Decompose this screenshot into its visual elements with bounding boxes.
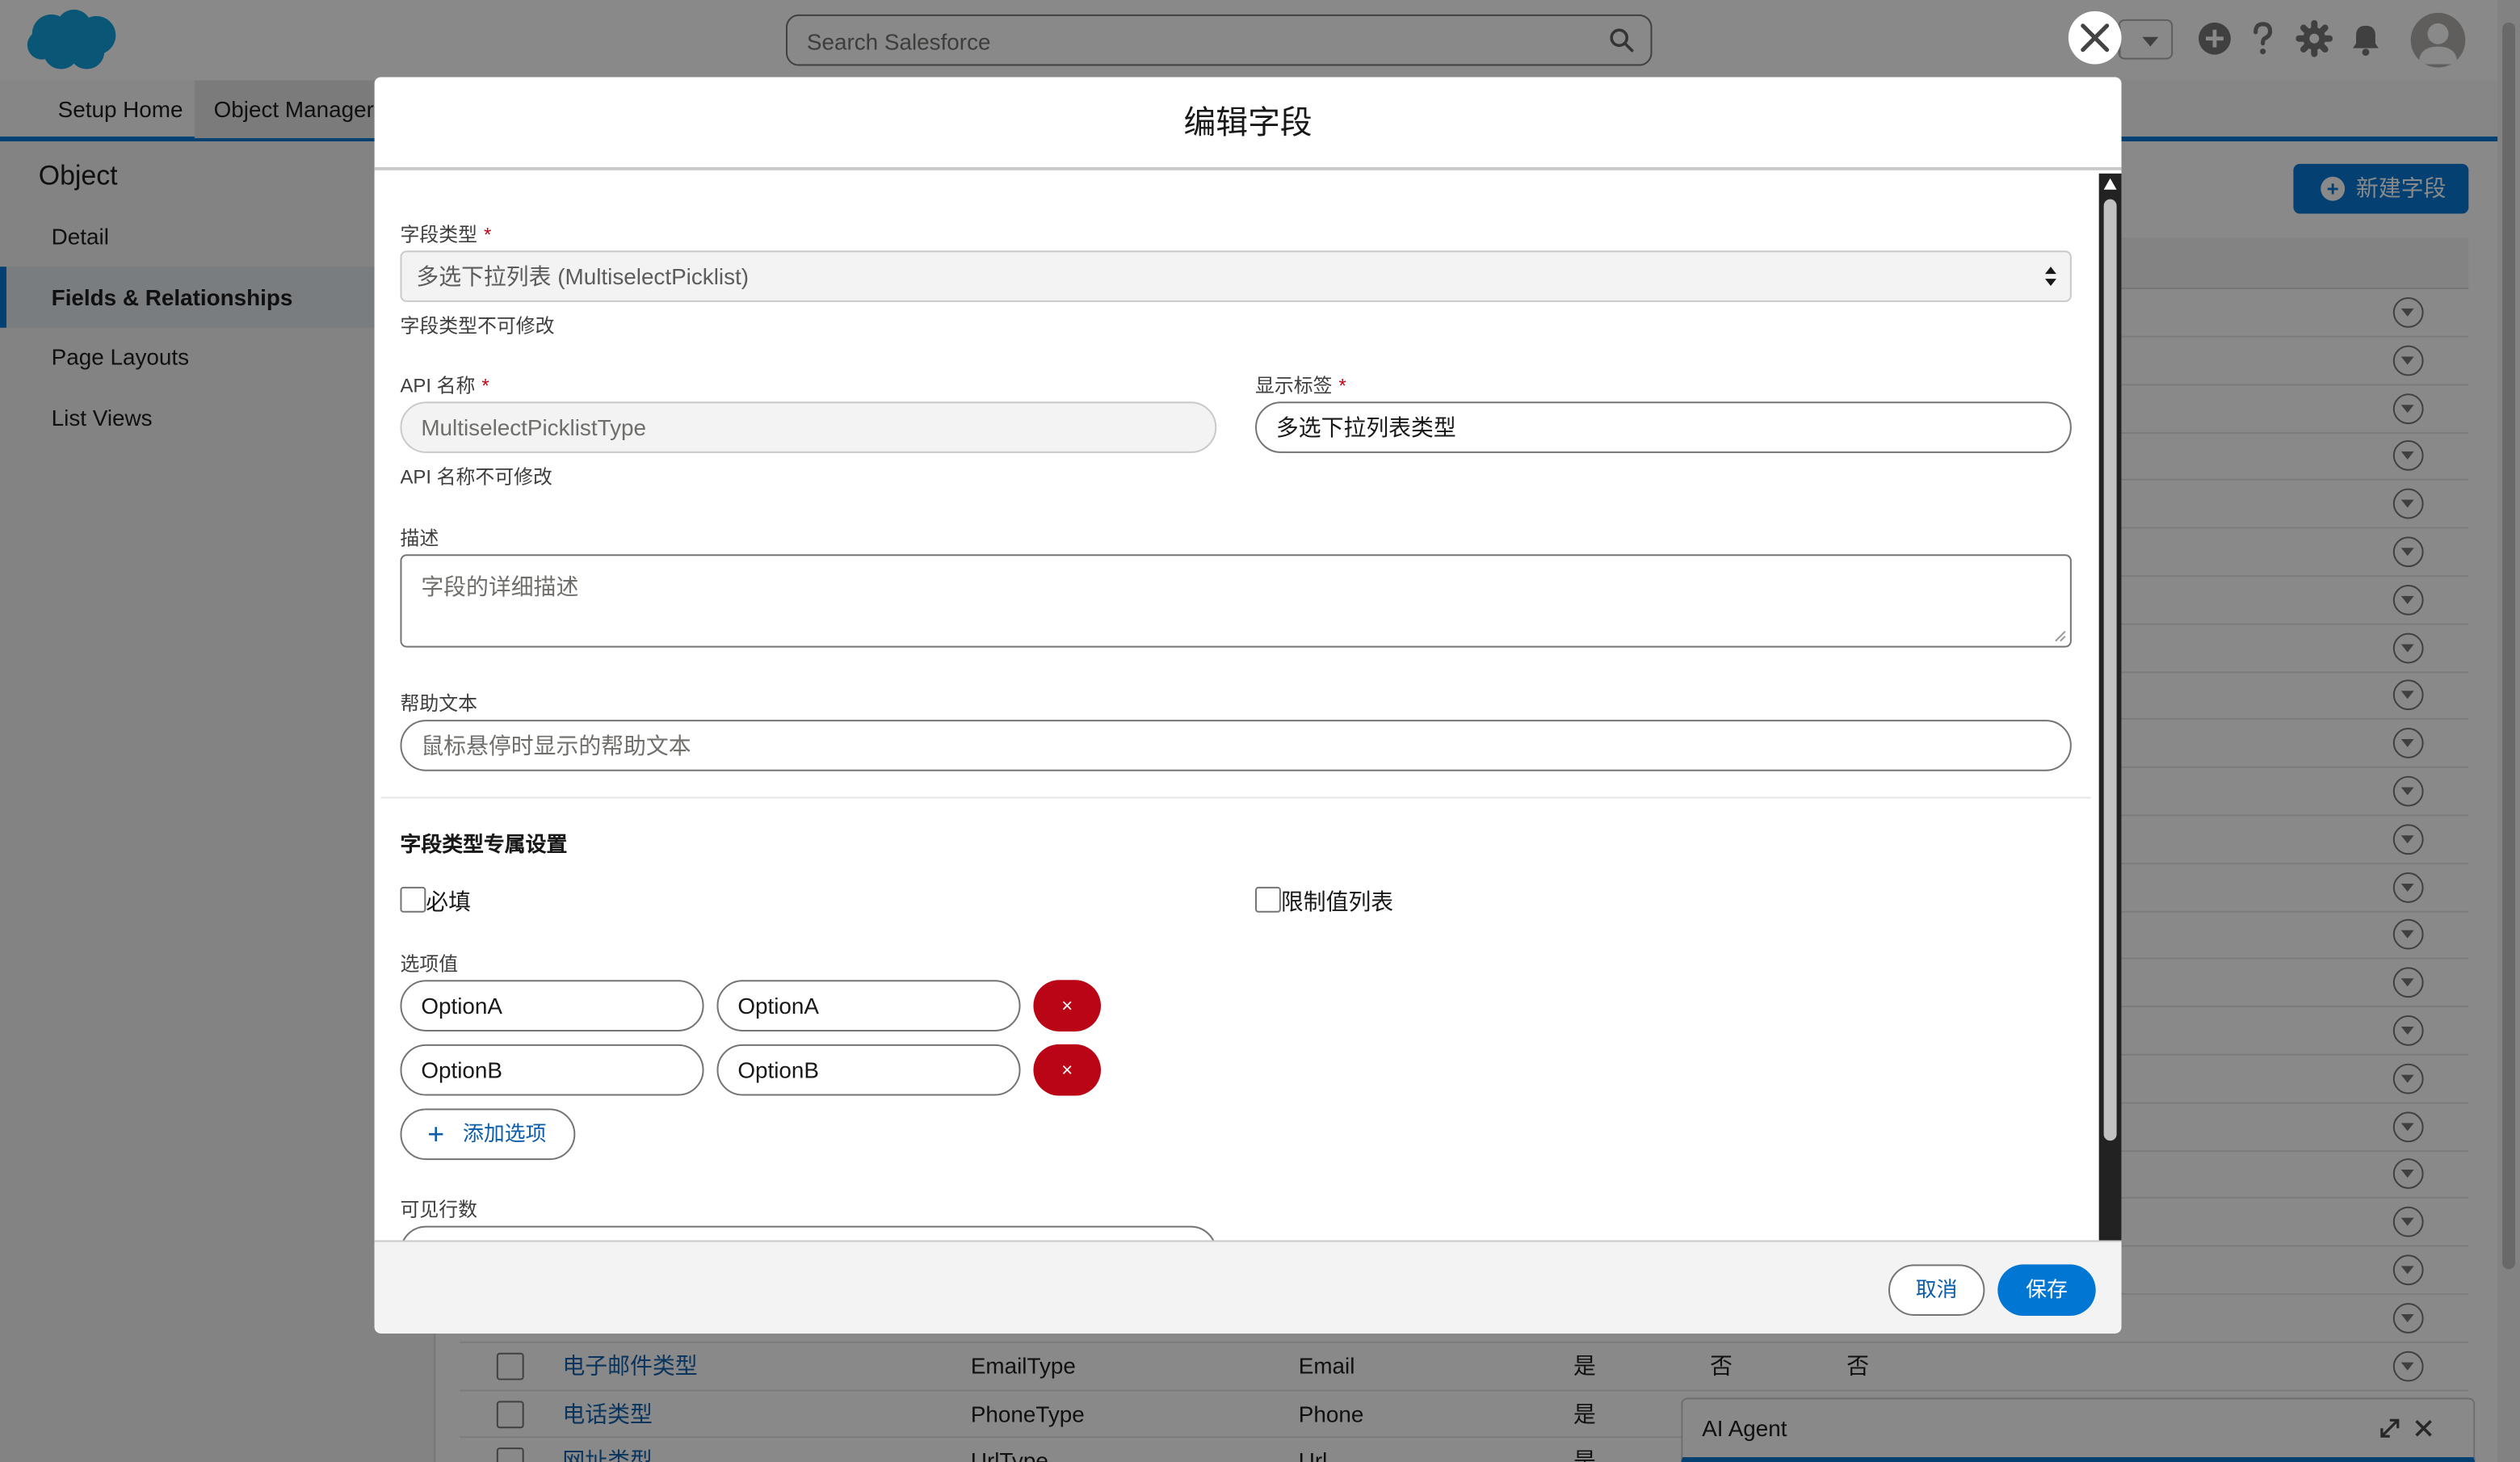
add-option-label: 添加选项 xyxy=(463,1121,547,1146)
options-label: 选项值 xyxy=(400,952,459,976)
required-checkbox[interactable] xyxy=(400,886,426,913)
visible-lines-label: 可见行数 xyxy=(400,1198,478,1221)
section-divider xyxy=(380,796,2091,799)
field-type-value: 多选下拉列表 (MultiselectPicklist) xyxy=(416,263,750,290)
display-label-label: 显示标签 * xyxy=(1255,374,1346,397)
description-label: 描述 xyxy=(400,527,439,550)
modal-header: 编辑字段 xyxy=(374,77,2122,170)
field-type-label: 字段类型 * xyxy=(400,223,492,246)
help-text-input[interactable]: 鼠标悬停时显示的帮助文本 xyxy=(400,720,2072,771)
description-textarea[interactable]: 字段的详细描述 xyxy=(400,554,2072,648)
display-label-input[interactable]: 多选下拉列表类型 xyxy=(1255,401,2072,453)
plus-icon: + xyxy=(427,1118,445,1151)
close-icon xyxy=(2081,23,2110,53)
modal-close-button[interactable] xyxy=(2068,11,2122,65)
field-type-select[interactable]: 多选下拉列表 (MultiselectPicklist) xyxy=(400,250,2072,302)
required-label: 必填 xyxy=(426,888,472,914)
api-name-input[interactable]: MultiselectPicklistType xyxy=(400,401,1217,453)
modal-body: 字段类型 * 多选下拉列表 (MultiselectPicklist) 字段类型不… xyxy=(374,173,2099,1317)
save-button[interactable]: 保存 xyxy=(1997,1264,2096,1316)
option-value-input[interactable]: OptionB xyxy=(400,1044,704,1096)
restrict-picklist-checkbox[interactable] xyxy=(1255,886,1281,913)
modal-title: 编辑字段 xyxy=(1183,106,1312,142)
api-name-help: API 名称不可修改 xyxy=(400,465,552,489)
section-title: 字段类型专属设置 xyxy=(400,832,568,857)
modal-scrollbar[interactable] xyxy=(2098,173,2122,1317)
field-type-help: 字段类型不可修改 xyxy=(400,314,555,338)
select-arrows-icon xyxy=(2045,267,2056,287)
delete-option-button[interactable]: × xyxy=(1033,1044,1102,1096)
edit-field-modal: 编辑字段 字段类型 * 多选下拉列表 (MultiselectPicklist) … xyxy=(374,77,2122,1334)
option-value-input[interactable]: OptionA xyxy=(400,980,704,1031)
option-label-input[interactable]: OptionB xyxy=(716,1044,1021,1096)
resize-handle-icon[interactable] xyxy=(2054,630,2067,643)
help-text-label: 帮助文本 xyxy=(400,692,478,716)
scroll-up-icon[interactable] xyxy=(2103,178,2117,190)
add-option-button[interactable]: + 添加选项 xyxy=(400,1108,576,1161)
api-name-label: API 名称 * xyxy=(400,374,489,397)
description-placeholder: 字段的详细描述 xyxy=(421,573,579,599)
modal-footer: 取消 保存 xyxy=(374,1240,2122,1334)
screen: Search Salesforce Setup Home Object Mana… xyxy=(0,0,2520,1462)
restrict-picklist-label: 限制值列表 xyxy=(1280,888,1394,914)
delete-option-button[interactable]: × xyxy=(1033,980,1102,1031)
modal-scrollbar-thumb[interactable] xyxy=(2103,199,2117,1141)
option-label-input[interactable]: OptionA xyxy=(716,980,1021,1031)
cancel-button[interactable]: 取消 xyxy=(1888,1264,1985,1316)
